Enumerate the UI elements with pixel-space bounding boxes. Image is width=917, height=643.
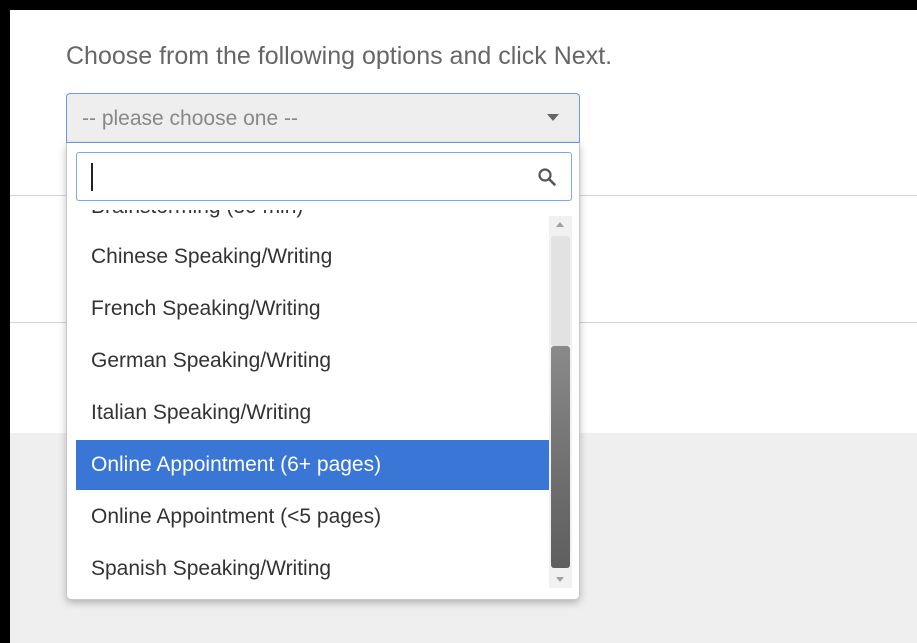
list-item-highlighted[interactable]: Online Appointment (6+ pages) bbox=[76, 440, 549, 490]
list-item[interactable]: Chinese Speaking/Writing bbox=[76, 232, 549, 282]
list-item[interactable]: Italian Speaking/Writing bbox=[76, 388, 549, 438]
scrollbar-track[interactable] bbox=[551, 236, 570, 346]
list-item[interactable]: French Speaking/Writing bbox=[76, 284, 549, 334]
search-icon bbox=[538, 168, 556, 186]
list-item[interactable]: German Speaking/Writing bbox=[76, 336, 549, 386]
scrollbar-thumb[interactable] bbox=[551, 346, 570, 568]
scroll-down-icon[interactable] bbox=[556, 577, 564, 582]
page-frame: Choose from the following options and cl… bbox=[10, 10, 917, 643]
scroll-up-icon[interactable] bbox=[556, 222, 564, 227]
instruction-text: Choose from the following options and cl… bbox=[66, 42, 613, 70]
select-dropdown: Brainstorming (30 min) Chinese Speaking/… bbox=[66, 143, 580, 600]
text-cursor bbox=[91, 163, 93, 191]
dropdown-search-input[interactable] bbox=[77, 153, 529, 200]
appointment-type-select[interactable]: -- please choose one -- bbox=[66, 93, 580, 143]
select-current-value: -- please choose one -- bbox=[82, 107, 298, 130]
list-item[interactable]: Spanish Speaking/Writing bbox=[76, 544, 549, 590]
dropdown-search[interactable] bbox=[76, 152, 572, 201]
caret-down-icon[interactable] bbox=[547, 114, 559, 121]
list-item[interactable]: Online Appointment (<5 pages) bbox=[76, 492, 549, 542]
option-list: Brainstorming (30 min) Chinese Speaking/… bbox=[76, 210, 549, 590]
scrollbar[interactable] bbox=[549, 216, 572, 588]
list-item[interactable]: Brainstorming (30 min) bbox=[76, 210, 549, 232]
